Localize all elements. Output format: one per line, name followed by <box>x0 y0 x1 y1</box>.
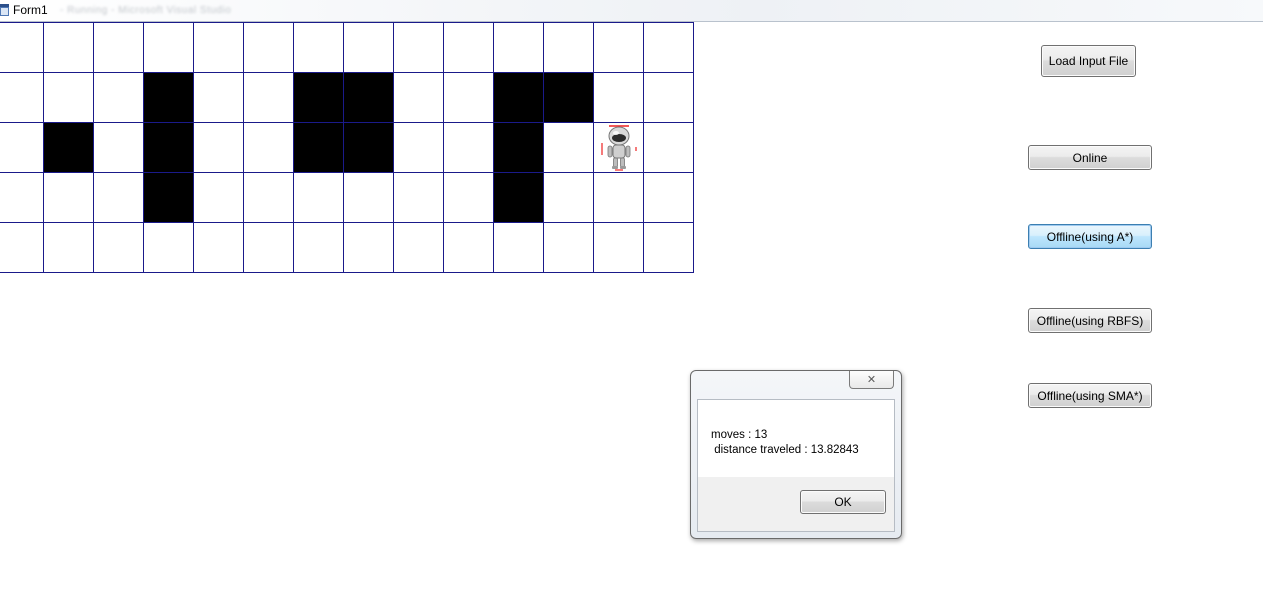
grid-cell <box>644 123 694 173</box>
grid-cell <box>194 73 244 123</box>
grid-cell <box>244 123 294 173</box>
grid-cell <box>444 223 494 273</box>
grid-cell <box>294 173 344 223</box>
blocked-cell <box>544 73 594 123</box>
grid-cell <box>494 223 544 273</box>
grid-cell <box>294 23 344 73</box>
grid-cell <box>194 123 244 173</box>
blocked-cell <box>344 73 394 123</box>
blocked-cell <box>44 123 94 173</box>
grid-cell <box>594 173 644 223</box>
blocked-cell <box>344 123 394 173</box>
grid-cell <box>544 173 594 223</box>
grid-cell <box>594 73 644 123</box>
app-icon <box>0 4 9 16</box>
grid-cell <box>394 73 444 123</box>
grid-cell <box>244 173 294 223</box>
grid-cell <box>494 23 544 73</box>
grid-cell <box>0 223 44 273</box>
grid-cell <box>394 23 444 73</box>
grid-cell <box>0 123 44 173</box>
grid-cell <box>44 223 94 273</box>
window-title-suffix: - Running - Microsoft Visual Studio <box>60 5 232 16</box>
distance-text: distance traveled : 13.82843 <box>711 444 859 456</box>
blocked-cell <box>144 173 194 223</box>
grid-cell <box>544 23 594 73</box>
grid-cell <box>44 73 94 123</box>
grid-cell <box>94 23 144 73</box>
ok-button[interactable]: OK <box>800 490 886 514</box>
grid-cell <box>594 23 644 73</box>
grid-cell <box>444 23 494 73</box>
robot-icon <box>601 125 637 171</box>
blocked-cell <box>494 123 544 173</box>
grid-cell <box>444 123 494 173</box>
grid-cell <box>44 23 94 73</box>
grid-cell <box>544 123 594 173</box>
grid-cell <box>444 173 494 223</box>
blocked-cell <box>294 73 344 123</box>
grid-cell <box>194 173 244 223</box>
grid-cell <box>0 73 44 123</box>
grid-cell <box>444 73 494 123</box>
grid-cell <box>294 223 344 273</box>
grid-cell <box>244 73 294 123</box>
grid-cell <box>144 23 194 73</box>
grid-cell <box>244 223 294 273</box>
grid-cell <box>594 223 644 273</box>
offline-astar-button[interactable]: Offline(using A*) <box>1028 224 1152 249</box>
window-title: Form1 <box>13 3 48 17</box>
grid-cell <box>44 173 94 223</box>
grid-cell <box>194 223 244 273</box>
grid-cell <box>544 223 594 273</box>
blocked-cell <box>494 73 544 123</box>
grid-cell <box>0 23 44 73</box>
grid-cell <box>244 23 294 73</box>
load-input-file-button[interactable]: Load Input File <box>1041 45 1136 77</box>
grid-cell <box>344 223 394 273</box>
grid-cell <box>394 223 444 273</box>
grid-cell <box>144 223 194 273</box>
grid-cell <box>594 123 644 173</box>
grid-cell <box>344 173 394 223</box>
grid-cell <box>394 173 444 223</box>
close-icon[interactable]: ✕ <box>849 371 894 389</box>
grid-cell <box>194 23 244 73</box>
grid-cell <box>644 73 694 123</box>
moves-text: moves : 13 <box>711 429 768 441</box>
title-bar[interactable]: Form1 - Running - Microsoft Visual Studi… <box>0 0 1263 22</box>
map-grid <box>0 22 694 273</box>
blocked-cell <box>494 173 544 223</box>
grid-cell <box>94 173 144 223</box>
grid-cell <box>94 123 144 173</box>
message-content: moves : 13 distance traveled : 13.82843 … <box>697 399 895 532</box>
grid-cell <box>344 23 394 73</box>
message-footer: OK <box>698 477 894 531</box>
grid-cell <box>644 173 694 223</box>
grid-cell <box>394 123 444 173</box>
online-button[interactable]: Online <box>1028 145 1152 170</box>
grid-cell <box>0 173 44 223</box>
grid-cell <box>94 73 144 123</box>
blocked-cell <box>144 73 194 123</box>
offline-sma-button[interactable]: Offline(using SMA*) <box>1028 383 1152 408</box>
message-text: moves : 13 distance traveled : 13.82843 <box>711 428 859 458</box>
offline-rbfs-button[interactable]: Offline(using RBFS) <box>1028 308 1152 333</box>
grid-cell <box>94 223 144 273</box>
message-box: ✕ moves : 13 distance traveled : 13.8284… <box>690 370 902 539</box>
blocked-cell <box>294 123 344 173</box>
grid-cell <box>644 223 694 273</box>
blocked-cell <box>144 123 194 173</box>
grid-cell <box>644 23 694 73</box>
form1-window: Form1 - Running - Microsoft Visual Studi… <box>0 0 1263 605</box>
